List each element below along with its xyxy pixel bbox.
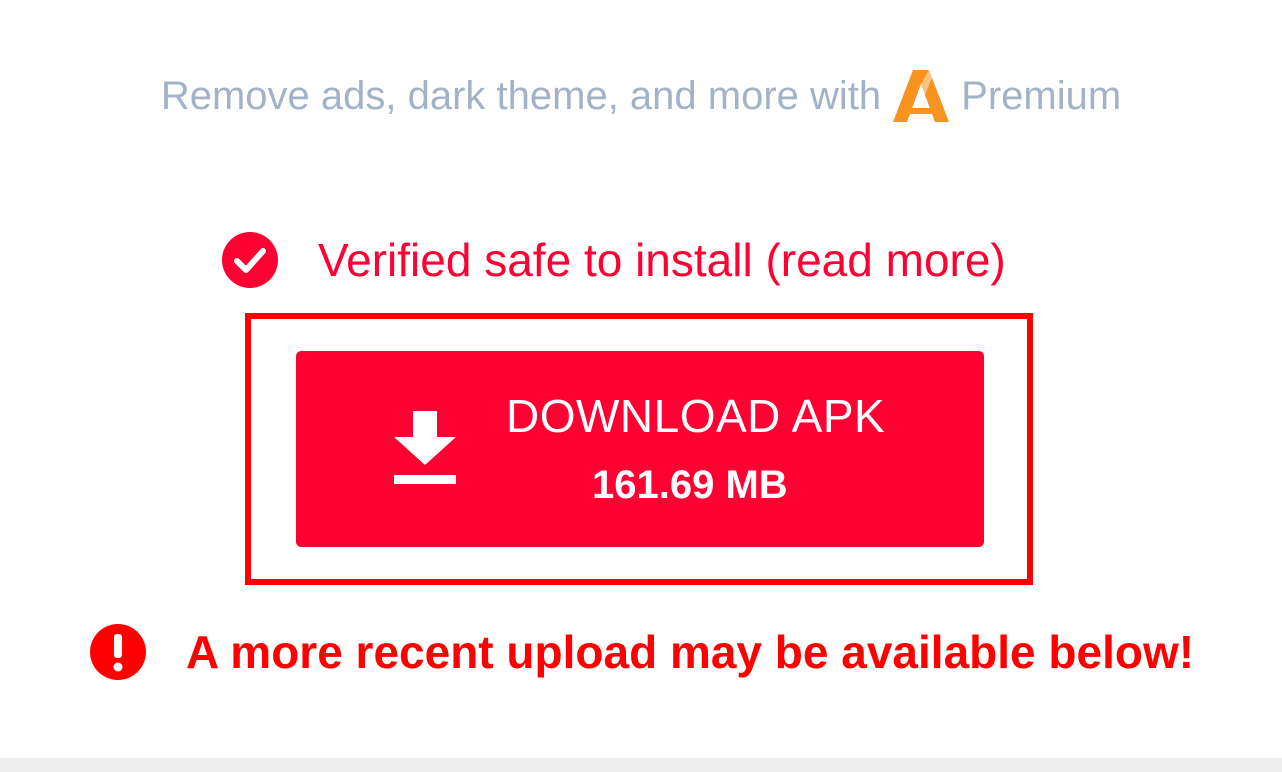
recent-upload-warning: A more recent upload may be available be… xyxy=(90,624,1194,680)
recent-upload-warning-text: A more recent upload may be available be… xyxy=(186,626,1195,678)
premium-label: Premium xyxy=(961,73,1122,118)
exclamation-circle-icon xyxy=(90,624,146,680)
verified-safe-text: Verified safe to install (read more) xyxy=(318,234,1006,286)
premium-promo-text: Remove ads, dark theme, and more with xyxy=(160,73,882,118)
download-apk-label: DOWNLOAD APK xyxy=(506,390,886,442)
verified-safe-link[interactable]: Verified safe to install (read more) xyxy=(222,232,1006,288)
apkmirror-logo-icon xyxy=(893,70,950,122)
page-bottom-divider xyxy=(0,758,1282,772)
download-icon xyxy=(394,411,456,484)
premium-promo[interactable]: Remove ads, dark theme, and more with Pr… xyxy=(0,70,1282,122)
check-circle-icon xyxy=(222,232,278,288)
download-apk-button[interactable]: DOWNLOAD APK 161.69 MB xyxy=(296,351,984,547)
download-file-size: 161.69 MB xyxy=(592,463,788,507)
